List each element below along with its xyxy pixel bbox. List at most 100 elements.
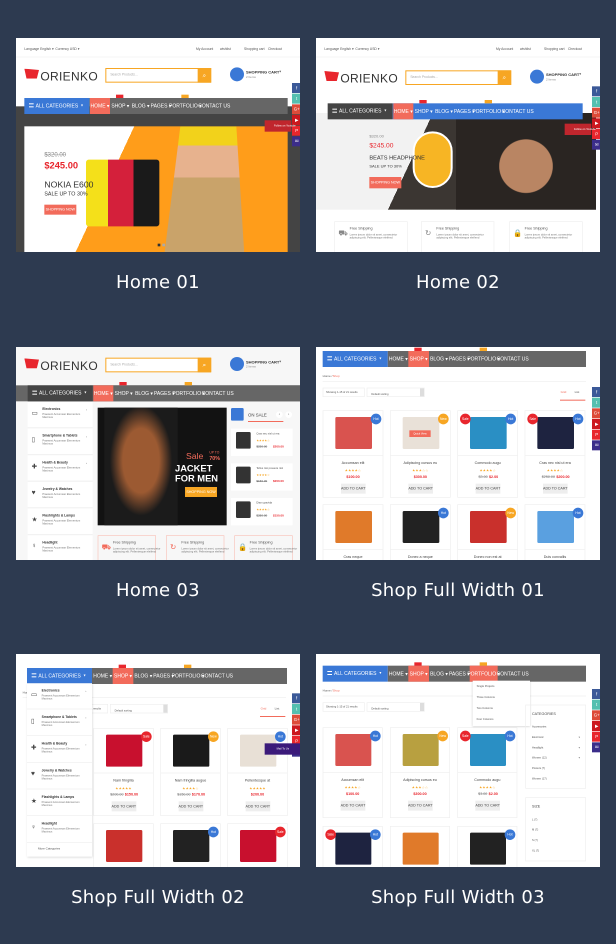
product-card[interactable]: New Adipiscing cursus eu ★★★☆☆ $300.00 ADD T… [389, 727, 450, 818]
product-card[interactable]: Hot [457, 825, 518, 867]
google-plus-icon[interactable]: G+ [591, 107, 600, 118]
nav-item[interactable]: BLOG ▾ [133, 668, 153, 684]
nav-item[interactable]: SHOP ▾ [110, 98, 131, 114]
grid-view-toggle[interactable]: Grid [261, 707, 273, 712]
product-card[interactable]: Sale [227, 823, 288, 867]
category-item[interactable]: ♥ Jewelry & Watches Praesent Accumsan Elem… [27, 481, 93, 508]
sale-item[interactable]: Diam gravida ★★★★☆ $250.00 $150.00 [230, 497, 293, 526]
nav-item[interactable]: BLOG ▾ [429, 351, 449, 367]
size-link[interactable]: XL (7) [532, 849, 559, 853]
sort-select[interactable]: Default sorting [366, 702, 425, 712]
product-name[interactable]: Duis convallis [525, 555, 584, 560]
size-link[interactable]: L (7) [532, 818, 559, 822]
screenshot-label[interactable]: Home 02 [316, 272, 600, 296]
nav-item[interactable]: PORTFOLIO ▾ [172, 385, 205, 401]
all-categories-button[interactable]: ALL CATEGORIES ▾ [322, 350, 388, 367]
add-to-cart-button[interactable]: ADD TO CART [340, 800, 366, 811]
mail-icon[interactable]: ✉ [291, 136, 300, 147]
shopping-now-button[interactable]: SHOPPING NOW [184, 486, 217, 497]
size-link[interactable]: M (7) [532, 828, 559, 832]
product-card[interactable]: New Adipiscing cursus eu ★★★☆☆ $300.00 ADD T… [389, 410, 451, 498]
nav-item[interactable]: SHOP ▾ [413, 103, 434, 119]
hero-slider[interactable]: Sale UP TO 70% JACKET FOR MEN SHOPPING NOW [97, 407, 227, 526]
google-plus-icon[interactable]: G+ [591, 710, 600, 721]
hero-slider[interactable]: $320.00 $245.00 NOKIA E600 SALE UP TO 30% SH… [24, 126, 288, 252]
cart-icon[interactable] [229, 356, 244, 371]
sale-item[interactable]: Cras nec nisl ut era ★★★★☆ $250.00 $200.00 [230, 428, 293, 456]
add-to-cart-button[interactable]: ADD TO CART [475, 483, 501, 494]
all-categories-button[interactable]: ALL CATEGORIES ▾ [24, 97, 90, 114]
nav-item[interactable]: CONTACT US [202, 385, 234, 401]
facebook-icon[interactable]: f [591, 86, 600, 97]
category-item[interactable]: ▯ Smartphone & Tablets Praesent Accumsan E… [27, 428, 93, 455]
list-view-toggle[interactable]: List [275, 707, 287, 712]
product-name[interactable]: Nam fringilla augue [161, 779, 220, 784]
category-item[interactable]: ♀ Headlight Praesent Accumsan Elementum Ma… [26, 816, 92, 843]
google-plus-icon[interactable]: G+ [591, 408, 600, 419]
currency-selector[interactable]: Currency USD ▾ [355, 47, 382, 52]
sort-select[interactable]: Default sorting [366, 387, 425, 397]
product-name[interactable]: Donec a neque [391, 555, 450, 560]
shopping-now-button[interactable]: SHOPPING NOW [369, 176, 402, 189]
dropdown-item[interactable]: Two Columns [477, 707, 527, 712]
language-selector[interactable]: Language English ▾ [24, 47, 54, 52]
language-selector[interactable]: Language English ▾ [324, 47, 354, 52]
category-item[interactable]: ♀ Headlight Praesent Accumsan Elementum Ma… [27, 535, 93, 560]
nav-item[interactable]: BLOG ▾ [131, 98, 151, 114]
product-card[interactable]: Sale Hot [322, 825, 383, 867]
nav-item[interactable]: HOME ▾ [388, 666, 408, 682]
pinterest-icon[interactable]: P [591, 429, 600, 440]
more-categories-link[interactable]: More Categories [32, 847, 82, 852]
sale-item[interactable]: Tellus nisi posuere nisl ★★★★☆ $150.00 $200… [230, 463, 293, 491]
nav-item[interactable]: SHOP ▾ [113, 385, 134, 401]
product-card[interactable]: Sale Nam fringilla ★★★★★ $200.00 $150.00 ADD … [93, 727, 154, 816]
search-input[interactable]: Search Products... ⌕ [405, 70, 512, 85]
nav-item[interactable]: BLOG ▾ [434, 103, 454, 119]
add-to-cart-button[interactable]: ADD TO CART [407, 800, 433, 811]
nav-item[interactable]: PORTFOLIO ▾ [467, 351, 500, 367]
twitter-icon[interactable]: t [291, 703, 300, 714]
add-to-cart-button[interactable]: ADD TO CART [178, 801, 204, 812]
add-to-cart-button[interactable]: ADD TO CART [542, 483, 568, 494]
category-item[interactable]: ▭ Electronics Praesent Accumsan Elementum … [26, 683, 92, 710]
mail-icon[interactable]: ✉ [591, 742, 600, 753]
theme-screenshot-home-02[interactable]: Language English ▾ Currency USD ▾ My Accou… [316, 38, 600, 252]
search-input[interactable]: Search Products... ⌕ [105, 67, 212, 83]
theme-screenshot-shop-full-width-01[interactable]: ALL CATEGORIES ▾ HOME ▾ SHOP ▾ BLOG ▾ PAGES ▾… [316, 347, 600, 560]
product-card[interactable] [389, 825, 450, 867]
product-card[interactable]: Cras neque [322, 504, 384, 560]
nav-item[interactable]: PORTFOLIO ▾ [172, 668, 205, 684]
product-name[interactable]: Cras nec nisl ut era [525, 461, 584, 466]
top-link[interactable]: Checkout [268, 47, 291, 52]
cart-chevron-icon[interactable]: ▾ [279, 70, 283, 74]
top-link[interactable]: Checkout [568, 47, 591, 52]
twitter-icon[interactable]: t [591, 96, 600, 107]
nav-item[interactable]: CONTACT US [198, 98, 230, 114]
top-link[interactable]: wishlist [520, 47, 543, 52]
category-item[interactable]: ★ Flashlights & Lamps Praesent Accumsan El… [26, 789, 92, 816]
product-name[interactable]: Adipiscing cursus eu [391, 461, 450, 466]
product-card[interactable]: Hot Accumsan elit ★★★★☆ $100.00 ADD TO CART [322, 410, 384, 498]
all-categories-button[interactable]: ALL CATEGORIES ▾ [27, 385, 93, 402]
cart-title[interactable]: SHOPPING CART [246, 70, 283, 75]
slider-dot-active[interactable] [157, 243, 161, 247]
shopping-now-button[interactable]: SHOPPING NOW [44, 204, 77, 215]
prev-arrow[interactable]: ‹ [275, 411, 283, 418]
dropdown-item[interactable]: Single Projects [477, 685, 527, 690]
category-item[interactable]: ♥ Jewelry & Watches Praesent Accumsan Elem… [26, 763, 92, 790]
category-link[interactable]: Accessories [532, 725, 572, 729]
product-name[interactable]: Pellentesque at [228, 779, 287, 784]
category-link[interactable]: Headlight [532, 746, 572, 750]
slider-dot[interactable] [162, 243, 165, 247]
cart-chevron-icon[interactable]: ▾ [279, 360, 283, 364]
youtube-icon[interactable]: ▶ [291, 725, 300, 736]
nav-item[interactable]: BLOG ▾ [429, 666, 449, 682]
next-arrow[interactable]: › [285, 411, 292, 418]
nav-item[interactable]: HOME ▾ [89, 97, 110, 114]
all-categories-button[interactable]: ALL CATEGORIES ▾ [26, 667, 92, 684]
theme-screenshot-shop-full-width-03[interactable]: ALL CATEGORIES ▾ HOME ▾ SHOP ▾ BLOG ▾ PAGES ▾… [316, 654, 600, 867]
youtube-icon[interactable]: ▶ [591, 418, 600, 429]
twitter-icon[interactable]: t [591, 699, 600, 710]
product-card[interactable]: Hot Duis convallis [524, 504, 586, 560]
pinterest-icon[interactable]: P [591, 731, 600, 742]
